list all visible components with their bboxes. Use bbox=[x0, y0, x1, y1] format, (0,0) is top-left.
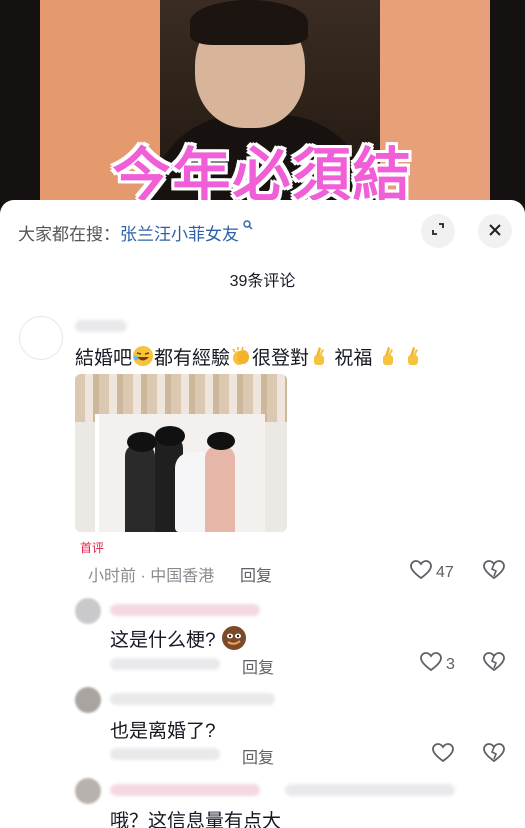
expand-button[interactable] bbox=[421, 214, 455, 248]
smug-face-emoji bbox=[221, 625, 247, 657]
first-comment-badge: 首评 bbox=[80, 541, 105, 555]
broken-heart-icon bbox=[483, 743, 505, 767]
comment-text: 結婚吧 都有經驗 很登對 祝福 bbox=[75, 343, 423, 373]
username-redacted bbox=[285, 784, 455, 796]
comment-sheet: 大家都在搜：张兰汪小菲女友 39条评论 結婚吧 都有經驗 很登對 祝福 首评 小… bbox=[0, 200, 525, 828]
comment-text: 哦？这信息量有点大 bbox=[110, 811, 282, 828]
reply-button[interactable]: 回复 bbox=[242, 654, 274, 678]
comment-image[interactable] bbox=[75, 374, 287, 532]
broken-heart-icon bbox=[483, 560, 505, 584]
photo-person bbox=[125, 444, 155, 532]
close-icon bbox=[488, 220, 502, 243]
photo-redaction bbox=[155, 426, 185, 446]
heart-icon bbox=[410, 560, 432, 585]
comment-text: 这是什么梗? bbox=[110, 625, 247, 657]
video-person-hair bbox=[190, 0, 308, 45]
comment-time-location: 小时前 · 中国香港 bbox=[88, 568, 215, 585]
trending-search-prefix: 大家都在搜： bbox=[18, 225, 120, 244]
fingers-crossed-emoji bbox=[309, 345, 329, 373]
avatar[interactable] bbox=[75, 598, 101, 624]
reply-button[interactable]: 回复 bbox=[242, 744, 274, 768]
close-button[interactable] bbox=[478, 214, 512, 248]
meta-redacted bbox=[110, 658, 220, 670]
heart-icon bbox=[420, 652, 442, 677]
like-button[interactable]: 3 bbox=[420, 652, 455, 677]
username-redacted[interactable] bbox=[75, 320, 127, 332]
username-redacted[interactable] bbox=[110, 604, 260, 616]
meta-redacted bbox=[110, 748, 220, 760]
dislike-button[interactable] bbox=[483, 652, 505, 677]
like-count: 3 bbox=[446, 655, 455, 673]
avatar[interactable] bbox=[75, 778, 101, 804]
photo-person bbox=[205, 446, 235, 532]
photo-redaction bbox=[127, 432, 157, 452]
like-count: 47 bbox=[436, 563, 454, 581]
avatar[interactable] bbox=[75, 687, 101, 713]
fingers-crossed-emoji bbox=[378, 345, 398, 373]
expand-icon bbox=[431, 222, 445, 241]
reply-button[interactable]: 回复 bbox=[240, 562, 272, 586]
like-button[interactable]: 47 bbox=[410, 560, 454, 585]
avatar[interactable] bbox=[19, 316, 63, 360]
clapping-emoji bbox=[230, 345, 252, 373]
photo-redaction bbox=[207, 432, 235, 450]
username-redacted[interactable] bbox=[110, 784, 260, 796]
search-icon bbox=[240, 220, 253, 233]
dislike-button[interactable] bbox=[483, 560, 505, 585]
broken-heart-icon bbox=[483, 652, 505, 676]
like-button[interactable] bbox=[432, 743, 458, 768]
comment-count: 39条评论 bbox=[229, 273, 296, 290]
trending-search-term[interactable]: 张兰汪小菲女友 bbox=[120, 225, 239, 244]
comment-text: 也是离婚了? bbox=[110, 721, 216, 742]
dislike-button[interactable] bbox=[483, 743, 505, 768]
fingers-crossed-emoji bbox=[403, 345, 423, 373]
heart-icon bbox=[432, 743, 454, 768]
trending-search[interactable]: 大家都在搜：张兰汪小菲女友 bbox=[18, 220, 253, 245]
laughing-emoji bbox=[132, 345, 154, 373]
photo-frame bbox=[95, 414, 99, 532]
username-redacted[interactable] bbox=[110, 693, 275, 705]
video-player[interactable]: 今年必須結 bbox=[0, 0, 525, 215]
